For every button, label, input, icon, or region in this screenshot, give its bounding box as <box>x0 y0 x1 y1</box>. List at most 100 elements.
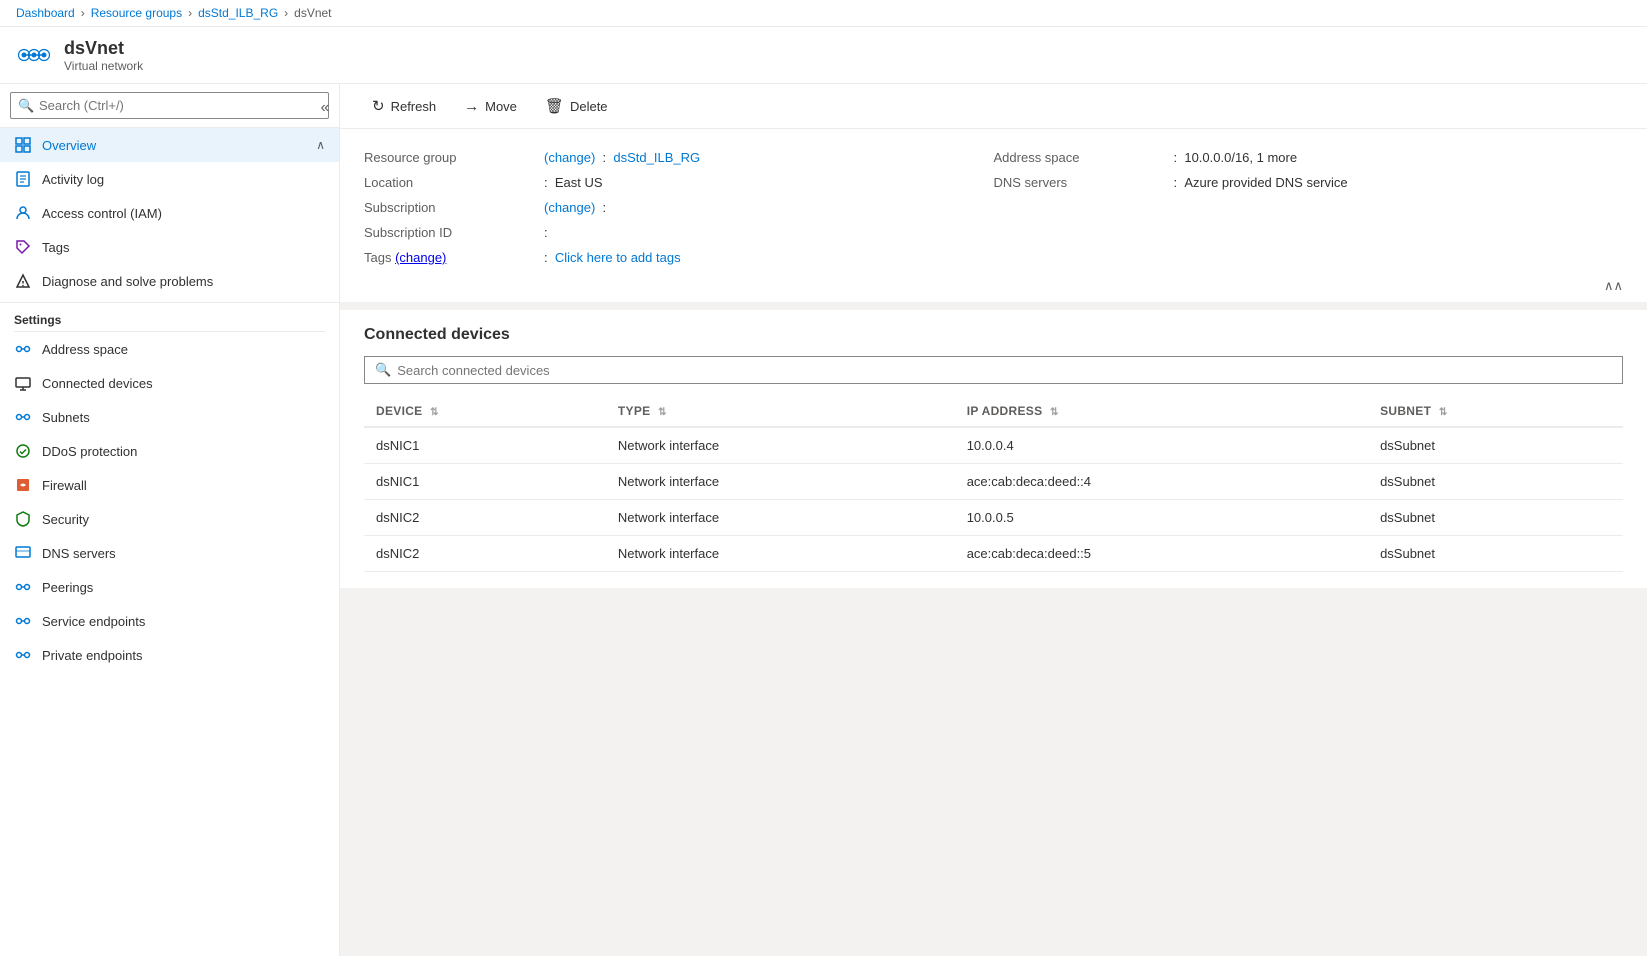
devices-search-box: 🔍 <box>364 356 1623 384</box>
cell-device: dsNIC2 <box>364 500 606 536</box>
sidebar-item-security[interactable]: Security <box>0 502 339 536</box>
col-device: DEVICE ⇅ <box>364 396 606 427</box>
col-ip: IP ADDRESS ⇅ <box>955 396 1368 427</box>
overview-collapse-btn[interactable]: ∧∧ <box>364 270 1623 302</box>
sidebar-item-label: Tags <box>42 240 69 255</box>
search-input[interactable] <box>10 92 329 119</box>
sidebar-item-label: Address space <box>42 342 128 357</box>
sidebar-item-subnets[interactable]: Subnets <box>0 400 339 434</box>
overview-grid: Resource group (change) : dsStd_ILB_RG L… <box>364 145 1623 270</box>
peerings-icon <box>14 578 32 596</box>
sidebar-collapse-chevron: ∧ <box>316 138 325 152</box>
overview-location-row: Location : East US <box>364 170 994 195</box>
location-label: Location <box>364 175 544 190</box>
breadcrumb-dashboard[interactable]: Dashboard <box>16 6 75 20</box>
cell-ip_address: ace:cab:deca:deed::5 <box>955 536 1368 572</box>
cell-type: Network interface <box>606 536 955 572</box>
sidebar-item-label: Subnets <box>42 410 90 425</box>
diagnose-icon <box>14 272 32 290</box>
overview-tags-row: Tags (change) : Click here to add tags <box>364 245 994 270</box>
toolbar: ↻ Refresh → Move 🗑 Delete <box>340 84 1647 129</box>
cell-subnet: dsSubnet <box>1368 427 1623 464</box>
address-space-label: Address space <box>994 150 1174 165</box>
cell-device: dsNIC1 <box>364 427 606 464</box>
sidebar-item-label: Overview <box>42 138 96 153</box>
sidebar-collapse-button[interactable]: « <box>311 94 339 122</box>
cell-type: Network interface <box>606 464 955 500</box>
subnet-sort-icon[interactable]: ⇅ <box>1439 407 1448 418</box>
sidebar: 🔍 « Overview ∧ Activity log <box>0 84 340 956</box>
overview-subscription-row: Subscription (change) : <box>364 195 994 220</box>
resource-header: dsVnet Virtual network <box>0 27 1647 84</box>
delete-button[interactable]: 🗑 Delete <box>533 92 620 120</box>
sidebar-item-private-endpoints[interactable]: Private endpoints <box>0 638 339 672</box>
resource-name: dsVnet <box>64 38 143 59</box>
settings-label: Settings <box>0 302 339 331</box>
private-endpoints-icon <box>14 646 32 664</box>
dns-servers-value: Azure provided DNS service <box>1184 175 1347 190</box>
breadcrumb-resource-groups[interactable]: Resource groups <box>91 6 182 20</box>
sidebar-item-overview[interactable]: Overview ∧ <box>0 128 339 162</box>
breadcrumb-rg[interactable]: dsStd_ILB_RG <box>198 6 278 20</box>
tags-icon <box>14 238 32 256</box>
resource-group-change-link[interactable]: (change) <box>544 150 595 165</box>
sidebar-item-diagnose[interactable]: Diagnose and solve problems <box>0 264 339 298</box>
table-row: dsNIC2Network interfaceace:cab:deca:deed… <box>364 536 1623 572</box>
resource-type: Virtual network <box>64 59 143 73</box>
tags-change-link[interactable]: (change) <box>395 250 446 265</box>
sidebar-item-firewall[interactable]: Firewall <box>0 468 339 502</box>
resource-group-value[interactable]: dsStd_ILB_RG <box>613 150 700 165</box>
connected-devices-panel: Connected devices 🔍 DEVICE ⇅ TYPE ⇅ <box>340 310 1647 588</box>
sidebar-item-label: Security <box>42 512 89 527</box>
cell-ip_address: 10.0.0.5 <box>955 500 1368 536</box>
sidebar-item-dns-servers[interactable]: DNS servers <box>0 536 339 570</box>
sidebar-item-service-endpoints[interactable]: Service endpoints <box>0 604 339 638</box>
dns-icon <box>14 544 32 562</box>
subscription-id-label: Subscription ID <box>364 225 544 240</box>
subscription-change-link[interactable]: (change) <box>544 200 595 215</box>
address-space-value: 10.0.0.0/16, 1 more <box>1184 150 1297 165</box>
ddos-icon <box>14 442 32 460</box>
sidebar-item-ddos[interactable]: DDoS protection <box>0 434 339 468</box>
tags-add-link[interactable]: Click here to add tags <box>555 250 681 265</box>
breadcrumb: Dashboard › Resource groups › dsStd_ILB_… <box>0 0 1647 27</box>
access-control-icon <box>14 204 32 222</box>
refresh-icon: ↻ <box>372 97 385 115</box>
device-sort-icon[interactable]: ⇅ <box>430 407 439 418</box>
ip-sort-icon[interactable]: ⇅ <box>1050 407 1059 418</box>
col-type: TYPE ⇅ <box>606 396 955 427</box>
overview-panel: Resource group (change) : dsStd_ILB_RG L… <box>340 129 1647 302</box>
devices-search-input[interactable] <box>397 363 1612 378</box>
devices-table-body: dsNIC1Network interface10.0.0.4dsSubnetd… <box>364 427 1623 572</box>
overview-icon <box>14 136 32 154</box>
move-button[interactable]: → Move <box>452 93 529 120</box>
content-area: ↻ Refresh → Move 🗑 Delete Resource group <box>340 84 1647 956</box>
sidebar-item-activity-log[interactable]: Activity log <box>0 162 339 196</box>
type-sort-icon[interactable]: ⇅ <box>658 407 667 418</box>
collapse-chevron-icon: ∧∧ <box>1604 278 1623 294</box>
sidebar-item-label: Peerings <box>42 580 93 595</box>
refresh-button[interactable]: ↻ Refresh <box>360 92 448 120</box>
sidebar-item-label: Service endpoints <box>42 614 145 629</box>
sidebar-item-label: DDoS protection <box>42 444 137 459</box>
subnets-icon <box>14 408 32 426</box>
cell-subnet: dsSubnet <box>1368 500 1623 536</box>
dns-servers-label: DNS servers <box>994 175 1174 190</box>
sidebar-item-label: Private endpoints <box>42 648 142 663</box>
connected-devices-title: Connected devices <box>364 326 1623 344</box>
sidebar-item-tags[interactable]: Tags <box>0 230 339 264</box>
sidebar-item-access-control[interactable]: Access control (IAM) <box>0 196 339 230</box>
move-icon: → <box>464 98 479 115</box>
activity-log-icon <box>14 170 32 188</box>
sidebar-item-address-space[interactable]: Address space <box>0 332 339 366</box>
cell-type: Network interface <box>606 500 955 536</box>
cell-ip_address: 10.0.0.4 <box>955 427 1368 464</box>
sidebar-item-peerings[interactable]: Peerings <box>0 570 339 604</box>
subscription-label: Subscription <box>364 200 544 215</box>
breadcrumb-current: dsVnet <box>294 6 331 20</box>
cell-device: dsNIC1 <box>364 464 606 500</box>
table-row: dsNIC2Network interface10.0.0.5dsSubnet <box>364 500 1623 536</box>
cell-ip_address: ace:cab:deca:deed::4 <box>955 464 1368 500</box>
sidebar-item-connected-devices[interactable]: Connected devices <box>0 366 339 400</box>
location-value: East US <box>555 175 603 190</box>
